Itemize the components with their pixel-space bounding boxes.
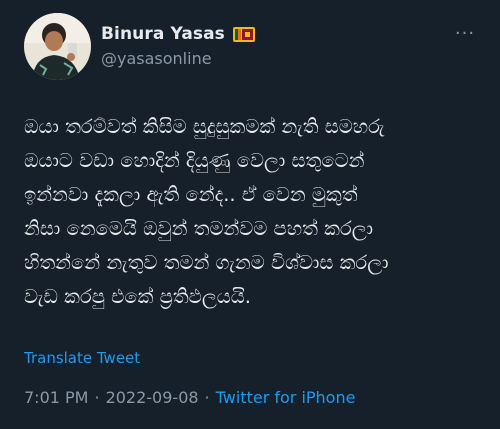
tweet-time[interactable]: 7:01 PM [24, 388, 88, 407]
user-name-row[interactable]: Binura Yasas [101, 22, 255, 46]
meta-separator: · [204, 388, 210, 407]
avatar-photo [24, 13, 91, 80]
tweet-line: නිසා නෙමෙයි ඔවුන් තමන්වම පහත් කරලා [24, 217, 374, 240]
user-handle[interactable]: @yasasonline [101, 49, 212, 68]
more-dots-icon[interactable]: ··· [452, 23, 478, 44]
avatar[interactable] [24, 13, 91, 80]
tweet-line: ඔයා තරම්වත් කිසිම සුදුසුකමක් නැති සමහරු [24, 115, 385, 138]
tweet-line: වැඩ කරපු එකේ ප්‍රතිඵලයයි. [24, 285, 251, 308]
tweet-line: ඔයාට වඩා හොදින් දියුණු වෙලා සතුටෙන් [24, 149, 365, 172]
tweet-source-link[interactable]: Twitter for iPhone [216, 388, 356, 407]
tweet-date[interactable]: 2022-09-08 [106, 388, 199, 407]
meta-separator: · [94, 388, 100, 407]
sri-lanka-flag-icon [232, 26, 255, 42]
tweet-meta: 7:01 PM · 2022-09-08 · Twitter for iPhon… [24, 388, 355, 407]
tweet-text: ඔයා තරම්වත් කිසිම සුදුසුකමක් නැති සමහරු … [24, 110, 484, 314]
tweet-card: Binura Yasas @yasasonline ··· ඔයා තරම්වත… [0, 0, 500, 429]
translate-tweet-link[interactable]: Translate Tweet [24, 349, 140, 367]
tweet-line: ඉන්නවා දැකලා ඇති නේද.. ඒ වෙන මුකුත් [24, 183, 358, 206]
tweet-line: හිතන්නේ නැතුව තමන් ගැනම විශ්වාස කරලා [24, 251, 389, 274]
display-name[interactable]: Binura Yasas [101, 24, 225, 44]
